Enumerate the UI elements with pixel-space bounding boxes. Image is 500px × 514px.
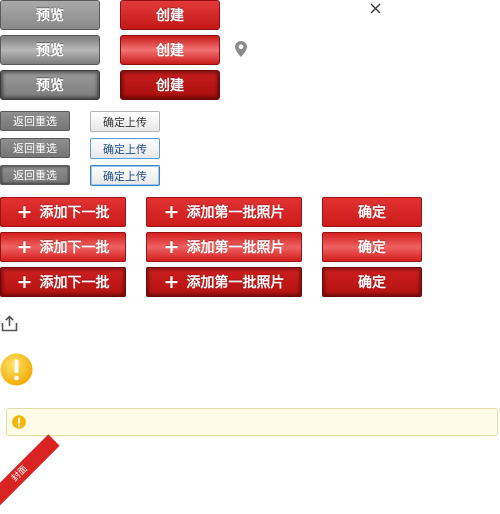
plus-icon: + bbox=[163, 270, 180, 293]
confirm-button-hover[interactable]: 确定 bbox=[322, 232, 422, 262]
plus-icon: + bbox=[163, 200, 180, 223]
create-button-normal[interactable]: 创建 bbox=[120, 0, 220, 30]
return-reselect-button-active[interactable]: 返回重选 bbox=[0, 165, 70, 185]
plus-icon: + bbox=[16, 235, 33, 258]
preview-button-label: 预览 bbox=[36, 43, 64, 59]
preview-button-hover[interactable]: 预览 bbox=[0, 35, 100, 65]
confirm-button-active[interactable]: 确定 bbox=[322, 267, 422, 297]
add-next-batch-label: 添加下一批 bbox=[39, 205, 110, 221]
confirm-upload-label: 确定上传 bbox=[103, 115, 147, 129]
return-reselect-button-hover[interactable]: 返回重选 bbox=[0, 138, 70, 158]
create-button-label: 创建 bbox=[156, 8, 184, 24]
confirm-button[interactable]: 确定 bbox=[322, 197, 422, 227]
add-next-batch-button-active[interactable]: + 添加下一批 bbox=[0, 267, 126, 297]
add-next-batch-label: 添加下一批 bbox=[39, 240, 110, 256]
confirm-label: 确定 bbox=[358, 205, 386, 221]
confirm-upload-label: 确定上传 bbox=[103, 142, 147, 156]
create-button-label: 创建 bbox=[156, 43, 184, 59]
plus-icon: + bbox=[163, 235, 180, 258]
confirm-upload-button-hover[interactable]: 确定上传 bbox=[90, 138, 160, 159]
add-first-batch-photos-label: 添加第一批照片 bbox=[186, 205, 285, 221]
create-button-hover[interactable]: 创建 bbox=[120, 35, 220, 65]
warning-icon bbox=[12, 415, 26, 429]
confirm-label: 确定 bbox=[358, 275, 386, 291]
plus-icon: + bbox=[16, 270, 33, 293]
add-next-batch-button-hover[interactable]: + 添加下一批 bbox=[0, 232, 126, 262]
return-reselect-button[interactable]: 返回重选 bbox=[0, 111, 70, 131]
confirm-upload-button[interactable]: 确定上传 bbox=[90, 111, 160, 132]
return-reselect-label: 返回重选 bbox=[13, 142, 57, 155]
preview-button-normal[interactable]: 预览 bbox=[0, 0, 100, 30]
add-first-batch-photos-button[interactable]: + 添加第一批照片 bbox=[146, 197, 302, 227]
preview-button-label: 预览 bbox=[36, 8, 64, 24]
add-first-batch-photos-label: 添加第一批照片 bbox=[186, 275, 285, 291]
return-reselect-label: 返回重选 bbox=[13, 115, 57, 128]
cover-ribbon: 封面 bbox=[0, 434, 60, 514]
add-next-batch-label: 添加下一批 bbox=[39, 275, 110, 291]
preview-button-active[interactable]: 预览 bbox=[0, 70, 100, 100]
add-next-batch-button[interactable]: + 添加下一批 bbox=[0, 197, 126, 227]
confirm-upload-label: 确定上传 bbox=[103, 169, 147, 183]
confirm-label: 确定 bbox=[358, 240, 386, 256]
share-icon[interactable] bbox=[1, 315, 18, 332]
return-reselect-label: 返回重选 bbox=[13, 169, 57, 182]
add-first-batch-photos-button-hover[interactable]: + 添加第一批照片 bbox=[146, 232, 302, 262]
tip-bar bbox=[6, 408, 498, 436]
add-first-batch-photos-button-active[interactable]: + 添加第一批照片 bbox=[146, 267, 302, 297]
map-pin-icon bbox=[235, 41, 247, 57]
plus-icon: + bbox=[16, 200, 33, 223]
close-icon[interactable] bbox=[370, 3, 381, 14]
cover-ribbon-label: 封面 bbox=[10, 464, 30, 484]
confirm-upload-button-active[interactable]: 确定上传 bbox=[90, 165, 160, 186]
create-button-label: 创建 bbox=[156, 78, 184, 94]
create-button-active[interactable]: 创建 bbox=[120, 70, 220, 100]
preview-button-label: 预览 bbox=[36, 78, 64, 94]
add-first-batch-photos-label: 添加第一批照片 bbox=[186, 240, 285, 256]
warning-icon bbox=[0, 353, 33, 386]
